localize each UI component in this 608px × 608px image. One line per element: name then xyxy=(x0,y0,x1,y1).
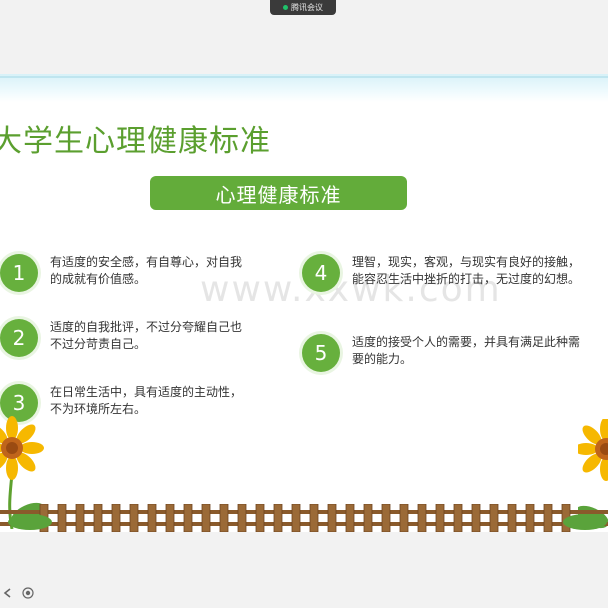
list-item-text: 适度的接受个人的需要，并具有满足此种需要的能力。 xyxy=(352,335,581,366)
slide-title: 大学生心理健康标准 xyxy=(0,124,271,159)
presentation-slide: 大学生心理健康标准 心理健康标准 www.xxwk.com 1 有适度的安全感，… xyxy=(0,74,608,532)
fence-decoration xyxy=(0,504,608,532)
number-badge: 5 xyxy=(302,334,340,372)
section-pill: 心理健康标准 xyxy=(150,176,407,210)
list-item-text: 理智，现实，客观，与现实有良好的接触，能容忍生活中挫折的打击，无过度的幻想。 xyxy=(352,255,581,286)
slide-header-band xyxy=(0,74,608,102)
list-item-text: 在日常生活中，具有适度的主动性，不为环境所左右。 xyxy=(50,385,243,416)
list-item: 4 理智，现实，客观，与现实有良好的接触，能容忍生活中挫折的打击，无过度的幻想。 xyxy=(302,254,587,292)
list-item: 5 适度的接受个人的需要，并具有满足此种需要的能力。 xyxy=(302,334,587,372)
meeting-app-badge[interactable]: 腾讯会议 xyxy=(270,0,336,15)
list-item-text: 有适度的安全感，有自尊心，对自我的成就有价值感。 xyxy=(50,255,243,286)
number-badge: 1 xyxy=(0,254,38,292)
meeting-app-label: 腾讯会议 xyxy=(291,3,323,12)
video-icon xyxy=(283,5,288,10)
list-item: 1 有适度的安全感，有自尊心，对自我的成就有价值感。 xyxy=(0,254,250,292)
presentation-controls xyxy=(0,584,34,602)
record-icon[interactable] xyxy=(22,587,34,599)
list-item-text: 适度的自我批评，不过分夸耀自己也不过分苛责自己。 xyxy=(50,320,243,351)
number-badge: 4 xyxy=(302,254,340,292)
number-badge: 2 xyxy=(0,319,38,357)
arrow-left-icon[interactable] xyxy=(2,587,14,599)
list-item: 2 适度的自我批评，不过分夸耀自己也不过分苛责自己。 xyxy=(0,319,250,357)
